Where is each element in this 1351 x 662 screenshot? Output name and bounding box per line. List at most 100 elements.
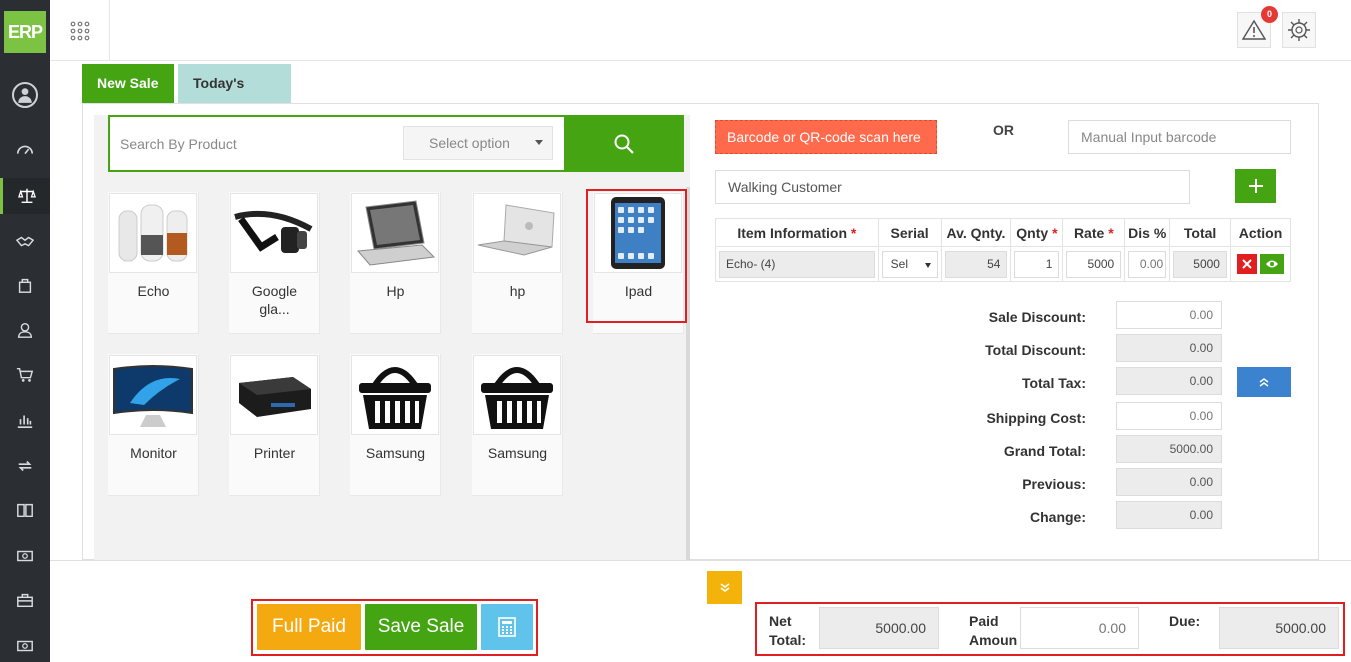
cart-icon[interactable] — [0, 357, 50, 393]
view-row-button[interactable] — [1259, 254, 1284, 274]
collapse-tax-button[interactable] — [1237, 367, 1291, 397]
add-customer-button[interactable] — [1235, 169, 1276, 203]
header-total: Total — [1169, 218, 1231, 247]
sale-discount-label: Sale Discount: — [988, 309, 1086, 325]
basket-image — [473, 355, 561, 435]
product-search-input[interactable] — [120, 130, 390, 158]
notification-button[interactable]: 0 — [1237, 6, 1278, 48]
return-exchange-icon[interactable] — [0, 448, 50, 484]
tab-new-sale[interactable]: New Sale — [82, 64, 174, 103]
shipping-cost-input[interactable] — [1116, 402, 1222, 430]
report-chart-icon[interactable] — [0, 402, 50, 438]
product-card-monitor[interactable]: Monitor — [108, 354, 199, 496]
toolbox-icon[interactable] — [0, 582, 50, 618]
total-discount-label: Total Discount: — [985, 342, 1086, 358]
product-card-echo[interactable]: Echo — [108, 192, 199, 334]
product-card-printer[interactable]: Printer — [229, 354, 320, 496]
product-card-google-glass[interactable]: Google gla... — [229, 192, 320, 334]
sale-discount-input[interactable] — [1116, 301, 1222, 329]
delete-row-button[interactable] — [1236, 254, 1257, 274]
plus-icon — [1248, 179, 1263, 193]
header-item-information: Item Information * — [715, 218, 879, 247]
double-chevron-down-icon — [720, 582, 729, 592]
product-card-samsung-2[interactable]: Samsung — [472, 354, 563, 496]
row-total-field — [1173, 250, 1227, 278]
gear-icon — [1288, 19, 1310, 41]
footer-divider — [50, 560, 1351, 561]
due-label: Due: — [1169, 613, 1201, 629]
money-icon[interactable] — [0, 538, 50, 574]
monitor-image — [109, 355, 197, 435]
full-paid-button[interactable]: Full Paid — [257, 604, 361, 650]
header-quantity: Qnty * — [1010, 218, 1064, 247]
erp-logo[interactable]: ERP — [4, 11, 46, 53]
previous-field — [1116, 468, 1222, 496]
grand-total-label: Grand Total: — [1003, 443, 1086, 459]
sale-scale-icon[interactable] — [0, 178, 50, 214]
product-name: Samsung — [487, 445, 548, 461]
discount-input[interactable] — [1128, 250, 1167, 278]
customer-icon[interactable] — [0, 312, 50, 348]
product-card-hp[interactable]: Hp — [350, 192, 441, 334]
search-button[interactable] — [564, 115, 684, 172]
highlight-ipad — [586, 189, 687, 323]
category-select[interactable]: Select option — [403, 126, 553, 160]
search-icon — [614, 134, 634, 154]
grand-total-field — [1116, 435, 1222, 463]
serial-select[interactable]: Sel — [881, 250, 938, 278]
header-discount: Dis % — [1124, 218, 1171, 247]
manual-barcode-input[interactable] — [1068, 120, 1291, 154]
settings-button[interactable] — [1282, 12, 1316, 48]
header-available-quantity: Av. Qnty. — [940, 218, 1012, 247]
total-discount-field — [1116, 334, 1222, 362]
calculator-button[interactable] — [481, 604, 533, 650]
rate-input[interactable] — [1066, 250, 1122, 278]
tab-todays-sale[interactable]: Today's Sale — [178, 64, 291, 130]
caret-down-icon — [535, 140, 543, 145]
user-avatar-icon[interactable] — [0, 77, 50, 113]
customer-input[interactable] — [715, 170, 1190, 204]
sidebar: ERP — [0, 0, 50, 662]
barcode-scan-field[interactable]: Barcode or QR-code scan here — [715, 120, 937, 154]
save-sale-button[interactable]: Save Sale — [365, 604, 477, 650]
category-select-placeholder: Select option — [429, 135, 510, 151]
product-name: Hp — [386, 283, 405, 299]
cash-icon[interactable] — [0, 628, 50, 662]
change-field — [1116, 501, 1222, 529]
product-card-hp-2[interactable]: hp — [472, 192, 563, 334]
double-chevron-up-icon — [1259, 378, 1269, 387]
notification-badge: 0 — [1261, 6, 1278, 23]
eye-icon — [1265, 260, 1278, 268]
book-icon[interactable] — [0, 492, 50, 528]
close-icon — [1242, 259, 1252, 269]
net-total-field — [819, 607, 939, 649]
basket-image — [351, 355, 439, 435]
total-tax-label: Total Tax: — [1021, 375, 1086, 391]
caret-down-icon — [924, 262, 931, 268]
dashboard-icon[interactable] — [0, 132, 50, 168]
previous-label: Previous: — [1022, 476, 1086, 492]
shipping-cost-label: Shipping Cost: — [986, 410, 1086, 426]
handshake-icon[interactable] — [0, 224, 50, 260]
product-card-samsung[interactable]: Samsung — [350, 354, 441, 496]
smart-glasses-image — [230, 193, 318, 273]
quantity-input[interactable] — [1014, 250, 1060, 278]
change-label: Change: — [1030, 509, 1086, 525]
header-serial: Serial — [877, 218, 942, 247]
total-tax-field — [1116, 367, 1222, 395]
sale-items-table: Item Information * Serial Av. Qnty. Qnty… — [715, 218, 1292, 282]
app-grid-icon[interactable] — [50, 0, 110, 61]
header-action: Action — [1229, 218, 1292, 247]
expand-summary-button[interactable] — [707, 571, 742, 604]
item-name-field[interactable] — [719, 250, 875, 278]
paid-amount-input[interactable] — [1020, 607, 1139, 649]
product-name: hp — [509, 283, 526, 299]
due-field — [1219, 607, 1339, 649]
product-name: Printer — [253, 445, 296, 461]
paid-amount-label: Paid Amoun — [969, 613, 1018, 648]
shopping-bag-icon[interactable] — [0, 267, 50, 303]
printer-image — [230, 355, 318, 435]
table-row: Sel — [715, 246, 1292, 282]
available-quantity-field — [944, 250, 1008, 278]
laptop-image — [351, 193, 439, 273]
